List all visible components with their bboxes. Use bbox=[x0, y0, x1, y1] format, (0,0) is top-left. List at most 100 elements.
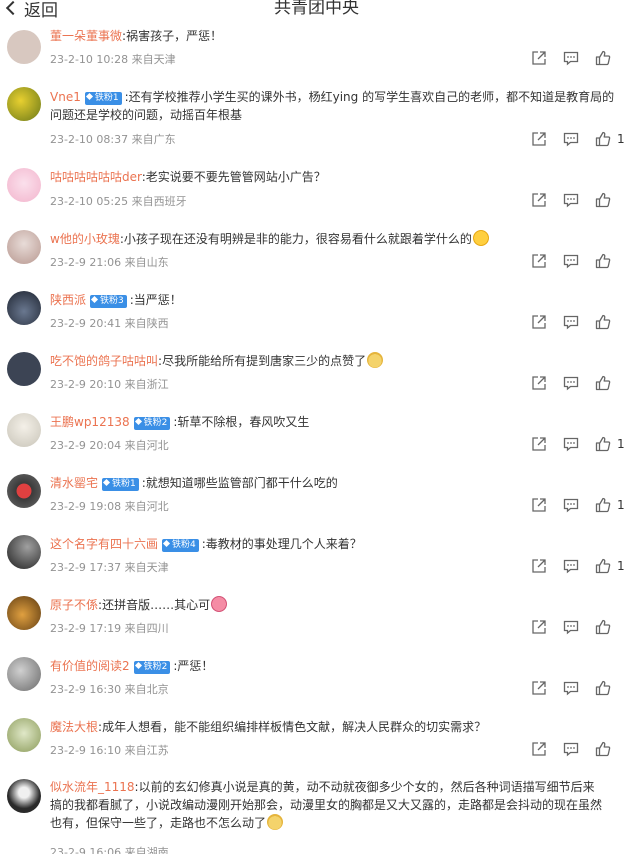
username[interactable]: 咕咕咕咕咕咕der bbox=[50, 170, 142, 184]
comment-icon[interactable] bbox=[563, 497, 579, 513]
timestamp: 23-2-10 05:25 bbox=[50, 195, 129, 208]
comment-icon[interactable] bbox=[563, 558, 579, 574]
avatar[interactable] bbox=[7, 779, 41, 813]
avatar[interactable] bbox=[7, 657, 41, 691]
comment-text: 魔法大根:成年人想看，能不能组织编排样板情色文献，解决人民群众的切实需求？ bbox=[50, 720, 487, 734]
comment-item: 魔法大根:成年人想看，能不能组织编排样板情色文献，解决人民群众的切实需求？ 23… bbox=[0, 717, 633, 778]
timestamp: 23-2-9 17:19 bbox=[50, 622, 122, 635]
comment-item: 咕咕咕咕咕咕der:老实说要不要先管管网站小广告？ 23-2-10 05:25 … bbox=[0, 168, 633, 229]
comment-item: Vne1 铁粉1:还有学校推荐小学生买的课外书，杨红ying 的写学生喜欢自己的老… bbox=[0, 85, 633, 155]
comment-icon[interactable] bbox=[563, 192, 579, 208]
like-icon[interactable] bbox=[595, 497, 611, 513]
comment-text: 吃不饱的鸽子咕咕叫:尽我所能给所有提到唐家三少的点赞了 bbox=[50, 352, 623, 370]
comment-meta: 23-2-9 20:10 来自浙江 bbox=[50, 376, 169, 392]
comment-item: w他的小玫瑰:小孩子现在还没有明辨是非的能力，很容易看什么就跟着学什么的 23-… bbox=[0, 229, 633, 290]
username[interactable]: 有价值的阅读2 bbox=[50, 659, 130, 673]
fan-badge: 铁粉2 bbox=[133, 661, 171, 674]
comment-content: 当严惩！ bbox=[133, 293, 182, 307]
share-icon[interactable] bbox=[531, 558, 547, 574]
comment-actions: 1 bbox=[515, 436, 625, 452]
like-count: 1 bbox=[617, 437, 625, 451]
comment-icon[interactable] bbox=[563, 314, 579, 330]
comment-text: 原子不係:还拼音版……其心可 bbox=[50, 596, 623, 614]
diamond-icon bbox=[102, 478, 111, 487]
comment-text: Vne1 铁粉1:还有学校推荐小学生买的课外书，杨红ying 的写学生喜欢自己的老… bbox=[50, 90, 615, 122]
like-icon[interactable] bbox=[595, 741, 611, 757]
avatar[interactable] bbox=[7, 535, 41, 569]
share-icon[interactable] bbox=[531, 741, 547, 757]
avatar[interactable] bbox=[7, 87, 41, 121]
share-icon[interactable] bbox=[531, 436, 547, 452]
timestamp: 23-2-10 08:37 bbox=[50, 133, 129, 146]
username[interactable]: 吃不饱的鸽子咕咕叫 bbox=[50, 354, 158, 368]
avatar[interactable] bbox=[7, 413, 41, 447]
username[interactable]: 这个名字有四十六画 bbox=[50, 537, 158, 551]
comment-actions bbox=[515, 314, 623, 330]
username[interactable]: 原子不係 bbox=[50, 598, 98, 612]
avatar[interactable] bbox=[7, 30, 41, 64]
username[interactable]: 陕西派 bbox=[50, 293, 86, 307]
like-icon[interactable] bbox=[595, 192, 611, 208]
like-icon[interactable] bbox=[595, 253, 611, 269]
location: 来自四川 bbox=[124, 622, 169, 635]
comment-icon[interactable] bbox=[563, 741, 579, 757]
share-icon[interactable] bbox=[531, 497, 547, 513]
comment-item: 似水流年_1118:以前的玄幻修真小说是真的黄，动不动就夜御多少个女的，然后各种… bbox=[0, 777, 633, 854]
share-icon[interactable] bbox=[531, 680, 547, 696]
like-icon[interactable] bbox=[595, 619, 611, 635]
share-icon[interactable] bbox=[531, 131, 547, 147]
like-icon[interactable] bbox=[595, 314, 611, 330]
comment-icon[interactable] bbox=[563, 619, 579, 635]
username[interactable]: 似水流年_1118 bbox=[50, 780, 135, 794]
location: 来自北京 bbox=[124, 683, 169, 696]
comment-item: 清水罂宅 铁粉1:就想知道哪些监管部门都干什么吃的 23-2-9 19:08 来自… bbox=[0, 473, 633, 534]
share-icon[interactable] bbox=[531, 253, 547, 269]
comment-icon[interactable] bbox=[563, 50, 579, 66]
username[interactable]: 魔法大根 bbox=[50, 720, 98, 734]
like-icon[interactable] bbox=[595, 50, 611, 66]
avatar[interactable] bbox=[7, 718, 41, 752]
comment-item: 王鹏wp12138 铁粉2:斩草不除根，春风吹又生 23-2-9 20:04 来自… bbox=[0, 412, 633, 473]
location: 来自河北 bbox=[124, 439, 169, 452]
timestamp: 23-2-10 10:28 bbox=[50, 53, 129, 66]
like-icon[interactable] bbox=[595, 131, 611, 147]
comment-meta: 23-2-9 17:19 来自四川 bbox=[50, 620, 169, 636]
comment-icon[interactable] bbox=[563, 253, 579, 269]
comment-icon[interactable] bbox=[563, 375, 579, 391]
like-icon[interactable] bbox=[595, 558, 611, 574]
share-icon[interactable] bbox=[531, 375, 547, 391]
comment-text: 这个名字有四十六画 铁粉4:毒教材的事处理几个人来着？ bbox=[50, 537, 362, 552]
comment-item: 吃不饱的鸽子咕咕叫:尽我所能给所有提到唐家三少的点赞了 23-2-9 20:10… bbox=[0, 351, 633, 412]
avatar[interactable] bbox=[7, 596, 41, 630]
location: 来自河北 bbox=[124, 500, 169, 513]
share-icon[interactable] bbox=[531, 619, 547, 635]
share-icon[interactable] bbox=[531, 192, 547, 208]
comment-icon[interactable] bbox=[563, 680, 579, 696]
diamond-icon bbox=[134, 417, 142, 426]
username[interactable]: Vne1 bbox=[50, 90, 81, 104]
like-icon[interactable] bbox=[595, 680, 611, 696]
avatar[interactable] bbox=[7, 474, 41, 508]
share-icon[interactable] bbox=[531, 314, 547, 330]
comment-icon[interactable] bbox=[563, 131, 579, 147]
username[interactable]: 王鹏wp12138 bbox=[50, 415, 130, 429]
comment-content: 严惩！ bbox=[177, 659, 214, 673]
comment-content: 还有学校推荐小学生买的课外书，杨红ying 的写学生喜欢自己的老师，都不知道是教… bbox=[50, 90, 615, 122]
doge-emoji-icon bbox=[367, 352, 384, 368]
username[interactable]: 清水罂宅 bbox=[50, 476, 98, 490]
timestamp: 23-2-9 16:10 bbox=[50, 744, 122, 757]
username[interactable]: w他的小玫瑰 bbox=[50, 232, 120, 246]
like-icon[interactable] bbox=[595, 375, 611, 391]
doge-emoji-icon bbox=[267, 814, 284, 830]
share-icon[interactable] bbox=[531, 50, 547, 66]
comment-content: 就想知道哪些监管部门都干什么吃的 bbox=[145, 476, 338, 490]
comment-content: 成年人想看，能不能组织编排样板情色文献，解决人民群众的切实需求？ bbox=[102, 720, 487, 734]
like-icon[interactable] bbox=[595, 436, 611, 452]
avatar[interactable] bbox=[7, 168, 41, 202]
avatar[interactable] bbox=[7, 352, 41, 386]
location: 来自天津 bbox=[124, 561, 169, 574]
avatar[interactable] bbox=[7, 230, 41, 264]
username[interactable]: 董一朵董事微 bbox=[50, 29, 122, 43]
comment-icon[interactable] bbox=[563, 436, 579, 452]
avatar[interactable] bbox=[7, 291, 41, 325]
